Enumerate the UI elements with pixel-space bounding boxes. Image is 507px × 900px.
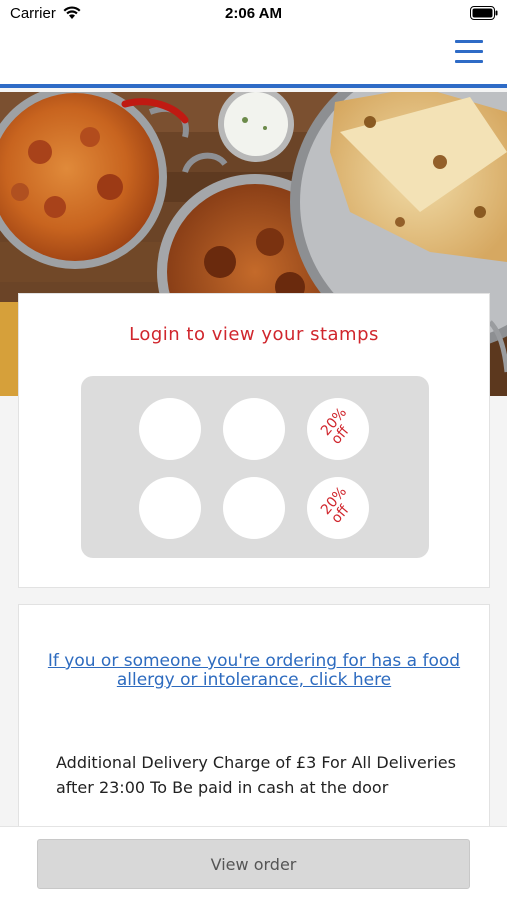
delivery-notice-line1: Additional Delivery Charge of £3 For All… — [56, 753, 456, 772]
delivery-charge-notice: Additional Delivery Charge of £3 For All… — [56, 750, 466, 800]
info-card: If you or someone you're ordering for ha… — [18, 604, 490, 834]
stamp-slot — [223, 398, 285, 460]
clock: 2:06 AM — [225, 5, 282, 22]
allergy-info-link[interactable]: If you or someone you're ordering for ha… — [19, 652, 489, 690]
stamp-slot — [139, 477, 201, 539]
bottom-bar: View order — [0, 826, 507, 900]
top-navbar — [0, 28, 507, 88]
stamp-slot — [139, 398, 201, 460]
hamburger-menu-icon[interactable] — [455, 40, 483, 64]
reward-stamp: 20% off — [307, 398, 369, 460]
status-bar: Carrier 2:06 AM — [0, 0, 507, 28]
stamp-slot — [223, 477, 285, 539]
delivery-notice-line2: after 23:00 To Be paid in cash at the do… — [56, 778, 389, 797]
loyalty-stamp-card: Login to view your stamps 20% off 20% off — [18, 293, 490, 588]
stamp-grid: 20% off 20% off — [81, 376, 429, 558]
view-order-button[interactable]: View order — [37, 839, 470, 889]
login-stamps-prompt[interactable]: Login to view your stamps — [19, 324, 489, 345]
allergy-link-line1[interactable]: If you or someone you're ordering for ha… — [19, 652, 489, 671]
battery-icon — [470, 6, 498, 20]
allergy-link-line2[interactable]: allergy or intolerance, click here — [19, 671, 489, 690]
reward-stamp: 20% off — [307, 477, 369, 539]
